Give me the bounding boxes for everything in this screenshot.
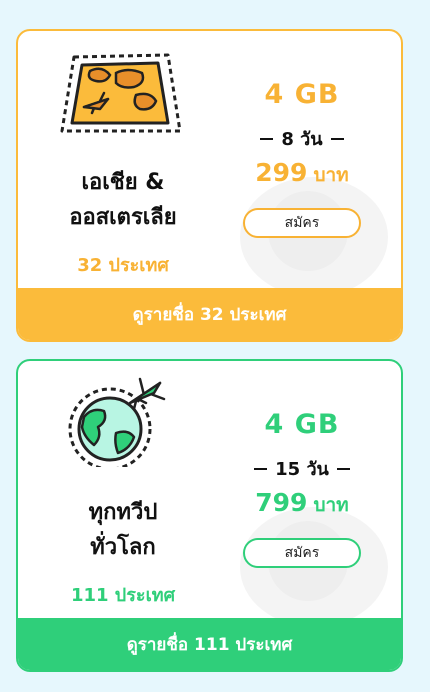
package-card-asia-australia: เอเชีย & ออสเตรเลีย 32 ประเทศ 4 GB 8 วัน… — [16, 29, 403, 342]
package-name-line1: ทุกทวีป — [88, 500, 158, 525]
globe-airplane-icon — [68, 377, 166, 467]
duration-label: 8 วัน — [281, 129, 323, 150]
price: 799 บาท — [242, 488, 362, 520]
price-currency: บาท — [313, 164, 349, 186]
view-country-list-button[interactable]: ดูรายชื่อ 32 ประเทศ — [18, 288, 401, 340]
duration-label: 15 วัน — [275, 459, 329, 480]
dash-right — [336, 467, 350, 470]
package-name-line2: ออสเตรเลีย — [69, 205, 177, 230]
package-name: เอเชีย & ออสเตรเลีย — [32, 165, 214, 235]
price: 299 บาท — [242, 158, 362, 190]
subscribe-button[interactable]: สมัคร — [243, 538, 361, 568]
dash-right — [330, 137, 344, 140]
duration: 8 วัน — [242, 124, 362, 153]
asia-australia-map-icon — [60, 53, 182, 133]
view-country-list-button[interactable]: ดูรายชื่อ 111 ประเทศ — [18, 618, 401, 670]
country-count: 111 ประเทศ — [70, 585, 176, 606]
data-amount: 4 GB — [264, 409, 340, 440]
price-value: 799 — [255, 488, 308, 517]
price-currency: บาท — [313, 494, 349, 516]
country-count: 32 ประเทศ — [77, 255, 169, 276]
data-amount: 4 GB — [264, 79, 340, 110]
duration: 15 วัน — [242, 454, 362, 483]
subscribe-button[interactable]: สมัคร — [243, 208, 361, 238]
dash-left — [260, 137, 274, 140]
price-value: 299 — [255, 158, 308, 187]
package-name: ทุกทวีป ทั่วโลก — [32, 495, 214, 565]
package-name-line2: ทั่วโลก — [90, 535, 156, 560]
package-name-line1: เอเชีย & — [81, 170, 165, 195]
dash-left — [254, 467, 268, 470]
package-card-worldwide: ทุกทวีป ทั่วโลก 111 ประเทศ 4 GB 15 วัน 7… — [16, 359, 403, 672]
